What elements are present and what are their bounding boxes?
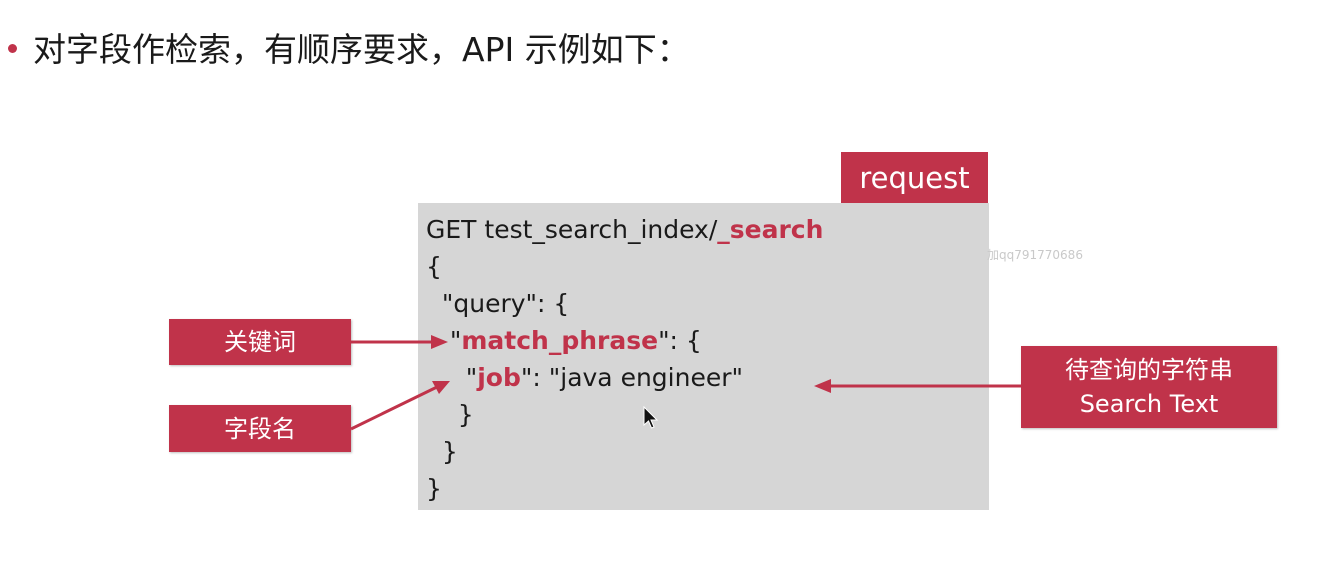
- field-name-arrow: [350, 381, 450, 431]
- mouse-pointer-icon: [643, 406, 659, 429]
- search-text-arrow: [814, 379, 1021, 393]
- keyword-arrow: [351, 335, 448, 349]
- annotation-arrows: [350, 335, 1021, 431]
